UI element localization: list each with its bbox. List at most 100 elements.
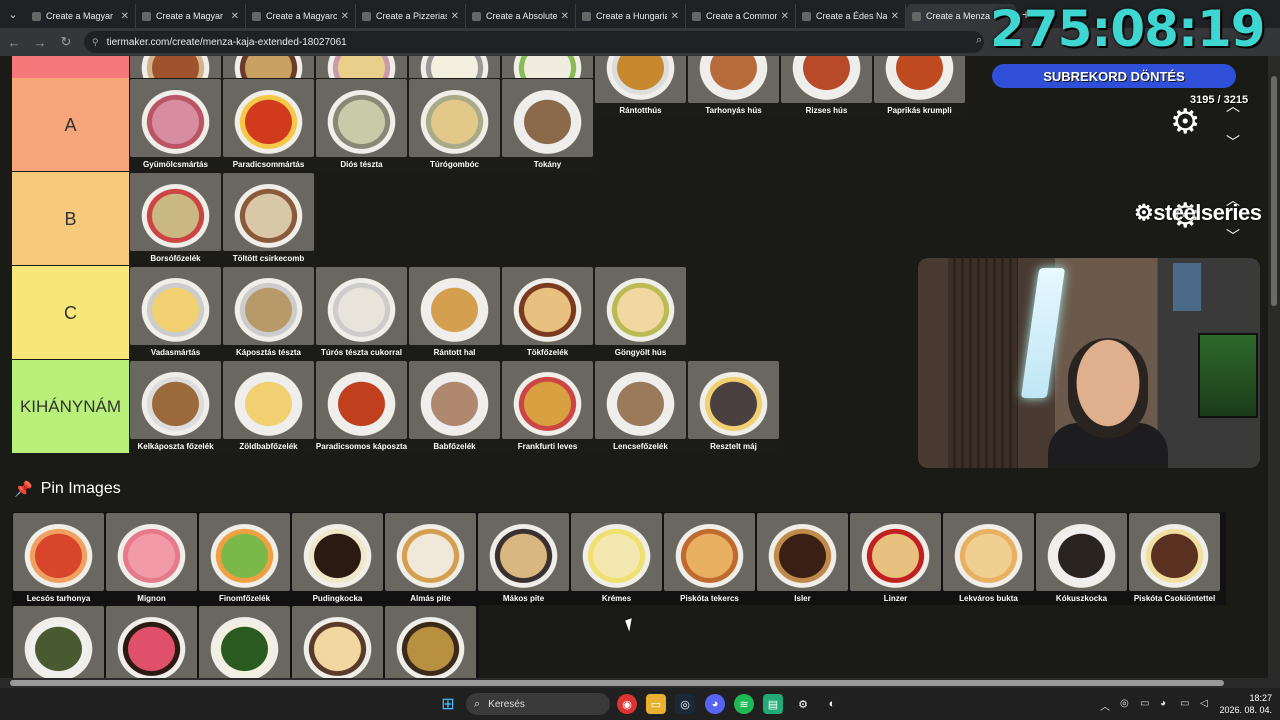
tier-item[interactable]: Gyümölcsmártás [129,78,222,171]
tier-item[interactable]: Kókuszkocka [1035,512,1128,605]
zoom-icon[interactable]: ⌕ [976,34,982,47]
tier-item[interactable]: Krémes [570,512,663,605]
forward-icon[interactable]: → [28,30,52,54]
tier-label[interactable]: C [12,266,129,359]
tier-label[interactable]: B [12,172,129,265]
tier-item[interactable]: Isler [756,512,849,605]
browser-tab[interactable]: Create a Pizzerias ✕ [356,4,466,28]
browser-tab[interactable]: Create a Magyar ✕ [26,4,136,28]
tier-item[interactable]: Babfőzelék [408,360,501,453]
favicon-icon [252,11,261,21]
browser-tab[interactable]: Create a Édes Na ✕ [796,4,906,28]
volume-icon[interactable]: ◁ [1200,698,1208,709]
close-icon[interactable]: ✕ [451,11,459,22]
steam-icon[interactable]: ◎ [675,694,695,714]
steam-tray-icon[interactable]: ◎ [1120,698,1129,709]
tier-item[interactable]: Túrógombóc [408,78,501,171]
tier-item[interactable] [384,605,477,678]
search-icon: ⌕ [474,697,481,710]
tier-item[interactable]: Mignon [105,512,198,605]
steelseries-gg-icon[interactable]: ⚙ [793,694,813,714]
dish-image [757,513,848,591]
tier-item[interactable]: Göngyölt hús [594,266,687,359]
browser-tab[interactable]: Create a Magyarc ✕ [246,4,356,28]
vertical-scrollbar[interactable] [1268,56,1280,678]
tier-item[interactable]: Frankfurti leves [501,360,594,453]
dish-image [130,79,221,157]
horizontal-scrollbar[interactable] [0,678,1280,688]
item-caption: Piskóta tekercs [680,594,739,603]
folder-tray-icon[interactable]: ▭ [1140,698,1149,709]
tier-item[interactable]: Pudingkocka [291,512,384,605]
address-bar[interactable]: ⚲ tiermaker.com/create/menza-kaja-extend… [84,31,984,53]
spotify-icon[interactable]: ≋ [734,694,754,714]
dish-image [316,361,407,439]
close-icon[interactable]: ✕ [891,11,899,22]
close-icon[interactable]: ✕ [231,11,239,22]
browser-tab[interactable]: Create a Magyar ✕ [136,4,246,28]
tier-item[interactable]: Almás pite [384,512,477,605]
tier-item[interactable]: Kelkáposzta főzelék [129,360,222,453]
discord-icon[interactable]: ◕ [705,694,725,714]
discord-tray-icon[interactable]: ◕ [1160,698,1166,709]
tier-item[interactable]: Vadasmártás [129,266,222,359]
tier-item[interactable]: Borsófőzelék [129,172,222,265]
tier-item[interactable] [198,605,291,678]
tier-item[interactable]: Tokány [501,78,594,171]
system-clock[interactable]: 18:27 2026. 08. 04. [1218,692,1272,716]
tier-item[interactable]: Piskóta tekercs [663,512,756,605]
tier-item[interactable]: Töltött csirkecomb [222,172,315,265]
dish-image [223,267,314,345]
tab-search-icon[interactable]: ⌄ [0,0,26,28]
tier-item[interactable]: Piskóta Csokiöntettel [1128,512,1221,605]
file-explorer-icon[interactable]: ▭ [646,694,666,714]
close-icon[interactable]: ✕ [121,11,129,22]
chrome-icon[interactable]: ◉ [617,694,637,714]
back-icon[interactable]: ← [2,30,26,54]
item-caption: Borsófőzelék [150,254,201,263]
site-info-icon[interactable]: ⚲ [92,37,99,48]
tier-label[interactable]: KIHÁNYNÁM [12,360,129,453]
reload-icon[interactable]: ↻ [54,30,78,54]
close-icon[interactable]: ✕ [671,11,679,22]
close-icon[interactable]: ✕ [561,11,569,22]
tier-item[interactable]: Lekváros bukta [942,512,1035,605]
close-icon[interactable]: ✕ [341,11,349,22]
tier-item[interactable] [291,605,384,678]
tier-item[interactable]: Mákos pite [477,512,570,605]
tier-item[interactable]: Rántott hal [408,266,501,359]
tray-chevron-icon[interactable]: ︿ [1100,698,1110,713]
tier-item[interactable]: Linzer [849,512,942,605]
tier-item[interactable]: Paradicsomos káposzta [315,360,408,453]
tier-item[interactable]: Túrós tészta cukorral [315,266,408,359]
close-icon[interactable]: ✕ [781,11,789,22]
tier-item[interactable]: Paradicsommártás [222,78,315,171]
tier-row: A Gyümölcsmártás Paradicsommártás Diós tész… [12,78,1172,171]
item-caption: Rántott hal [433,348,476,357]
tier-item[interactable]: Tökfőzelék [501,266,594,359]
tier-label[interactable]: A [12,78,129,171]
app-icon[interactable]: ◐ [822,694,842,714]
screen: ⌄ Create a Magyar ✕ Create a Magyar ✕ Create… [0,0,1280,720]
tier-item[interactable]: Káposztás tészta [222,266,315,359]
dish-image [223,173,314,251]
tab-title: Create a Magyar [156,11,224,21]
tier-item[interactable]: Diós tészta [315,78,408,171]
tier-item[interactable]: Resztelt máj [687,360,780,453]
notepad-icon[interactable]: ▤ [763,694,783,714]
dish-image [130,173,221,251]
monitor-icon[interactable]: ▭ [1180,698,1189,709]
tier-item[interactable] [105,605,198,678]
tier-item[interactable]: Zöldbabfőzelék [222,360,315,453]
browser-tab[interactable]: Create a Commor ✕ [686,4,796,28]
browser-tab[interactable]: Create a Hungaria ✕ [576,4,686,28]
tab-title: Create a Magyar [46,11,114,21]
browser-tab[interactable]: Create a Absolute ✕ [466,4,576,28]
tier-item[interactable]: Finomfőzelék [198,512,291,605]
gear-icon: ⚙ [1170,103,1201,141]
windows-start-icon[interactable]: ⊞ [438,694,458,714]
tier-item[interactable]: Lecsós tarhonya [12,512,105,605]
tier-item[interactable] [12,605,105,678]
tier-item[interactable]: Lencsefőzelék [594,360,687,453]
taskbar-search[interactable]: ⌕ Keresés [466,693,610,715]
